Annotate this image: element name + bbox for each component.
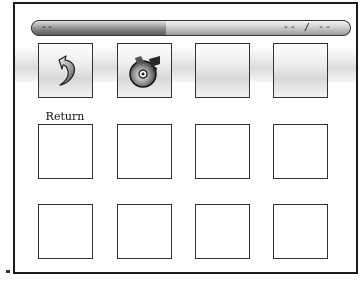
progress-left-text: -- (41, 22, 54, 33)
tile-return[interactable] (38, 43, 93, 98)
return-arrow-icon (39, 44, 92, 97)
tile-empty[interactable] (273, 43, 328, 98)
tile-empty[interactable] (195, 43, 250, 98)
tile-label-return: Return (45, 110, 85, 123)
tile-empty[interactable] (195, 124, 250, 179)
page-indicator: -- / -- (282, 22, 332, 33)
media-browser-window: -- -- / -- Return (13, 2, 358, 274)
tile-empty[interactable] (117, 204, 172, 259)
corner-mark (6, 270, 10, 273)
tile-empty[interactable] (273, 124, 328, 179)
progress-bar: -- -- / -- (31, 20, 351, 36)
tile-empty[interactable] (38, 124, 93, 179)
tile-empty[interactable] (273, 204, 328, 259)
tile-empty[interactable] (117, 124, 172, 179)
music-cd-icon (118, 44, 171, 97)
tile-empty[interactable] (38, 204, 93, 259)
tile-empty[interactable] (195, 204, 250, 259)
tile-music[interactable] (117, 43, 172, 98)
